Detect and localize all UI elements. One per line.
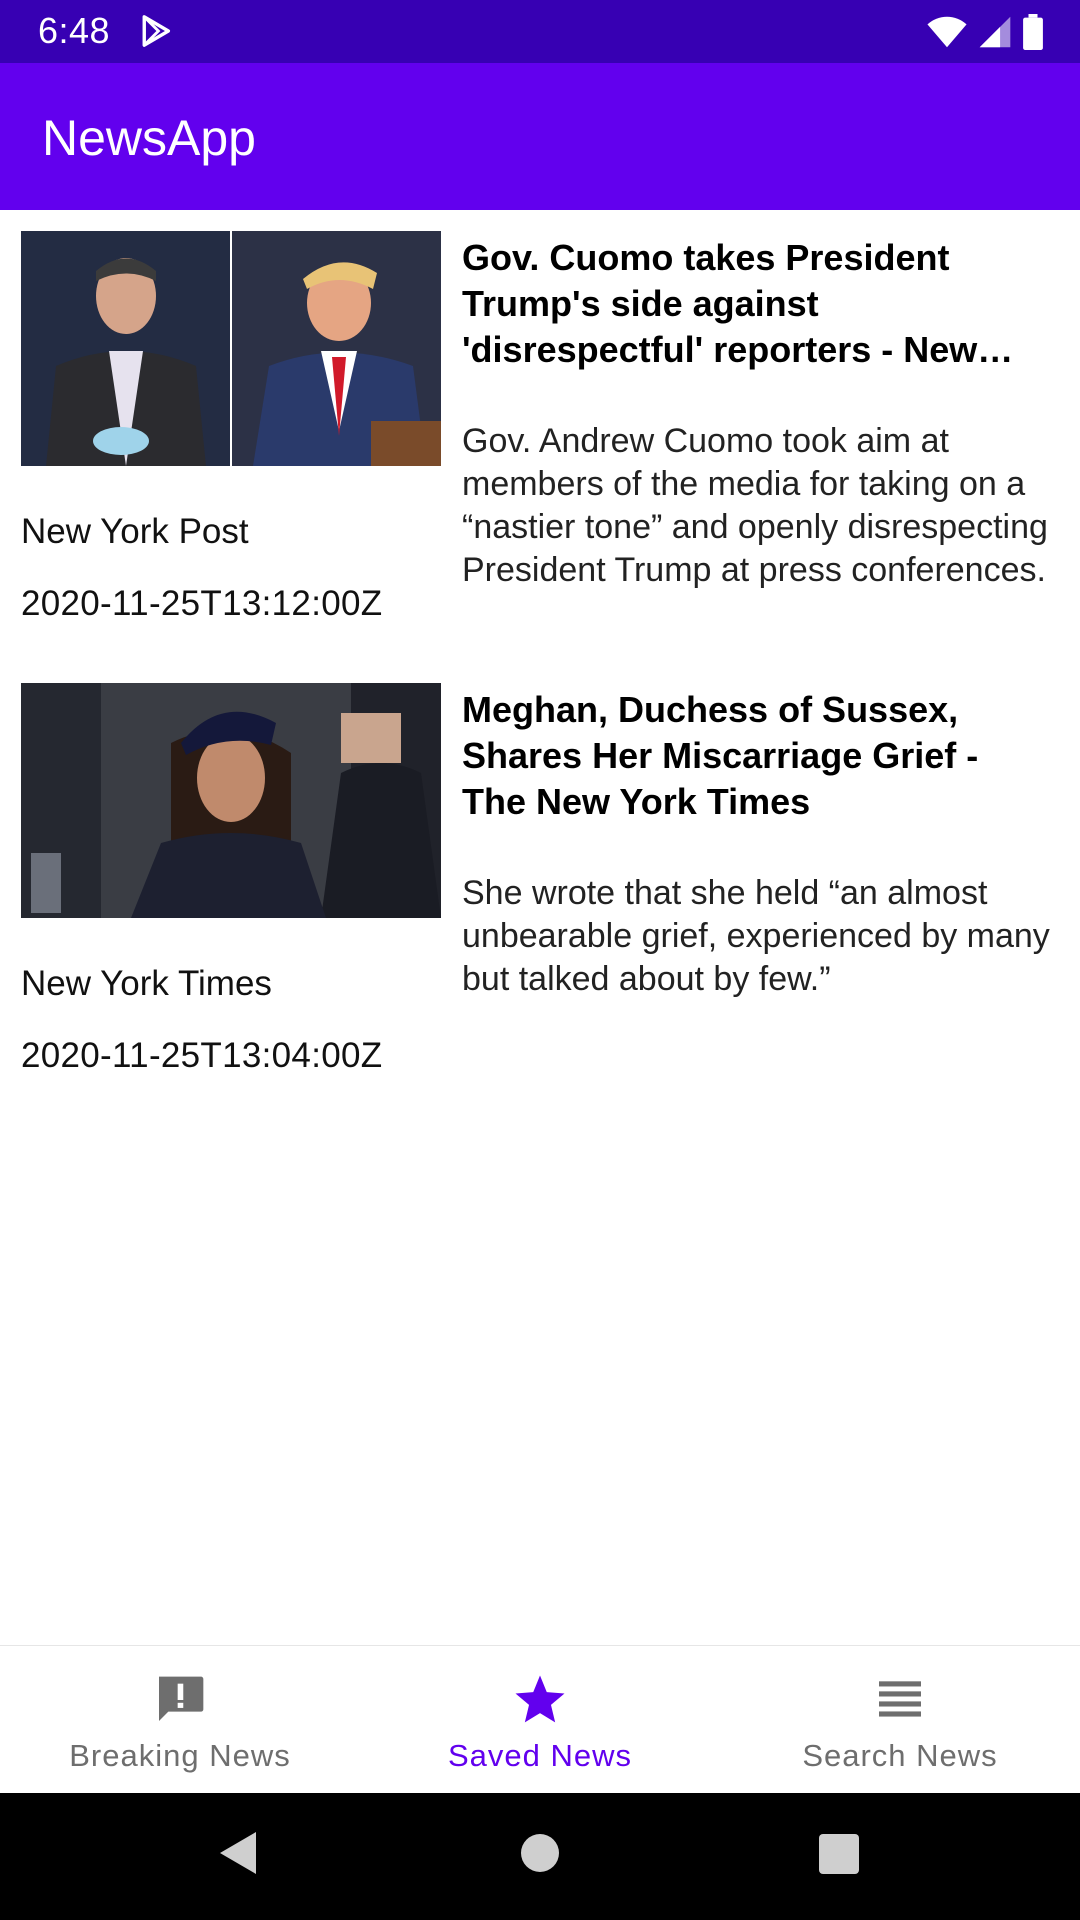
nav-item-breaking-news[interactable]: Breaking News [0,1646,360,1793]
article-title: Meghan, Duchess of Sussex, Shares Her Mi… [462,689,979,822]
nav-label: Breaking News [69,1738,291,1773]
cell-signal-icon [979,16,1011,48]
article-date: 2020-11-25T13:04:00Z [21,1036,383,1075]
app-title: NewsApp [42,110,256,166]
article-source: New York Times [21,964,272,1003]
status-time: 6:48 [38,10,111,51]
recents-icon[interactable] [817,1828,861,1878]
article-source: New York Post [21,512,249,551]
photo-two-politicians-icon [21,231,441,466]
nav-item-saved-news[interactable]: Saved News [360,1646,720,1793]
wifi-icon [927,16,967,48]
bottom-navigation: Breaking News Saved News Search News [0,1645,1080,1793]
status-indicators [926,12,1044,52]
app-bar: NewsApp [0,63,1080,210]
home-icon[interactable] [519,1828,561,1878]
nav-label: Search News [802,1738,998,1773]
back-icon[interactable] [216,1828,260,1878]
article-description: Gov. Andrew Cuomo took aim at members of… [462,422,1048,589]
list-icon [879,1681,921,1717]
article-image [21,231,441,466]
article-date: 2020-11-25T13:12:00Z [21,584,383,623]
status-bar: 6:48 [0,0,1080,63]
star-icon [515,1675,565,1723]
battery-icon [1023,14,1043,50]
nav-label: Saved News [447,1738,633,1773]
article-image [21,683,441,918]
article-item[interactable]: Meghan, Duchess of Sussex, Shares Her Mi… [0,662,1080,1112]
article-item[interactable]: Gov. Cuomo takes President Trump's side … [0,210,1080,660]
saved-news-list[interactable]: Gov. Cuomo takes President Trump's side … [0,210,1080,1645]
alert-icon [159,1676,204,1721]
article-title: Gov. Cuomo takes President Trump's side … [462,237,978,370]
play-store-icon [142,15,171,47]
nav-item-search-news[interactable]: Search News [720,1646,1080,1793]
article-description: She wrote that she held “an almost unbea… [462,874,1050,998]
photo-woman-in-hat-icon [21,683,441,918]
system-navigation-bar [0,1793,1080,1920]
